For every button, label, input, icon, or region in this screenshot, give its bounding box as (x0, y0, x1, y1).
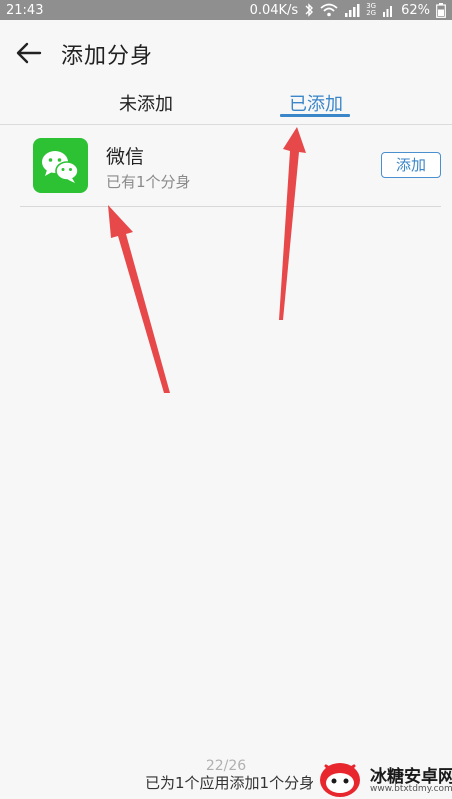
battery-percent: 62% (401, 2, 430, 18)
wechat-icon (33, 138, 88, 193)
bluetooth-icon (304, 3, 314, 17)
list-item-wechat: 微信 已有1个分身 添加 (0, 125, 452, 207)
active-tab-indicator (280, 114, 350, 117)
add-clone-button[interactable]: 添加 (381, 152, 441, 178)
signal-icon-secondary (382, 4, 395, 17)
signal-icon (344, 3, 360, 17)
status-time: 21:43 (6, 2, 44, 18)
arrow-left-icon[interactable] (16, 42, 42, 64)
sim-bottom-label: 2G (366, 9, 377, 17)
network-speed: 0.04K/s (249, 2, 299, 18)
app-clone-count: 已有1个分身 (106, 173, 191, 191)
red-arrow-icon (108, 205, 170, 393)
watermark: 冰糖安卓网 www.btxtdmy.com (318, 758, 452, 799)
wifi-icon (320, 3, 338, 17)
page-title: 添加分身 (61, 44, 154, 69)
watermark-logo-icon (320, 763, 360, 797)
title-bar: 添加分身 (0, 20, 452, 84)
summary-text: 已为1个应用添加1个分身 (145, 774, 315, 792)
sim-type-labels: 3G 2G (366, 3, 376, 17)
watermark-url: www.btxtdmy.com (370, 784, 452, 794)
app-name: 微信 (106, 146, 145, 168)
list-divider (20, 206, 441, 207)
tab-not-added[interactable]: 未添加 (96, 90, 196, 120)
status-indicators: 0.04K/s 3G 2G 62% (249, 2, 446, 18)
status-bar: 21:43 0.04K/s 3G 2G 62% (0, 0, 452, 20)
tab-bar: 未添加 已添加 (0, 84, 452, 124)
battery-icon (436, 2, 446, 18)
